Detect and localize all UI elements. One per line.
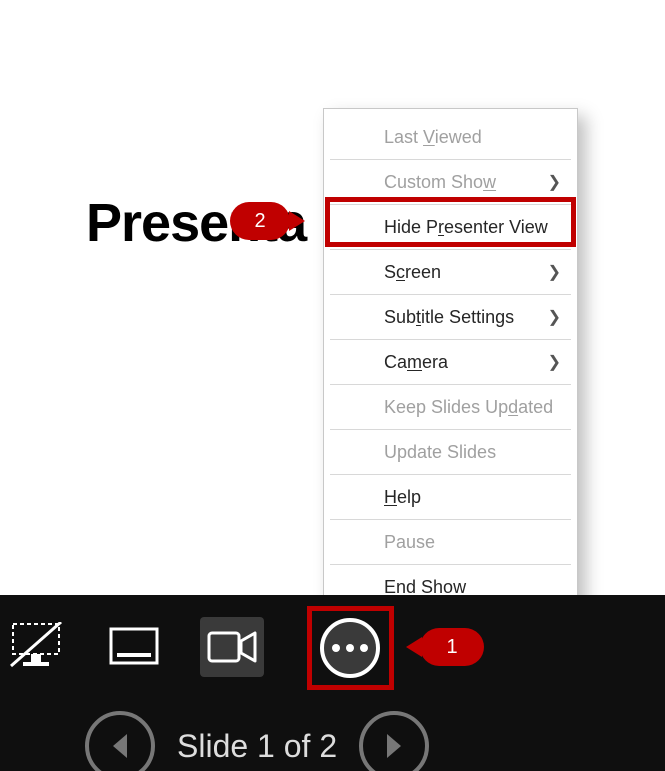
menu-item-label: Screen: [384, 262, 441, 283]
menu-item-label: Help: [384, 487, 421, 508]
more-icon: [346, 644, 354, 652]
menu-item-label: Custom Show: [384, 172, 496, 193]
camera-icon: [207, 629, 257, 665]
presenter-toolbar: Slide 1 of 2: [0, 595, 665, 771]
display-settings-button[interactable]: [4, 617, 68, 677]
menu-item-label: Subtitle Settings: [384, 307, 514, 328]
menu-item-camera[interactable]: Camera ❯: [330, 340, 571, 385]
menu-item-pause: Pause: [330, 520, 571, 565]
menu-item-last-viewed: Last Viewed: [330, 115, 571, 160]
chevron-right-icon: ❯: [548, 172, 561, 192]
chevron-right-icon: [383, 732, 405, 760]
next-slide-button[interactable]: [359, 711, 429, 771]
more-options-button[interactable]: [320, 618, 380, 678]
callout-label: 2: [254, 210, 265, 233]
slide-counter: Slide 1 of 2: [177, 728, 337, 765]
menu-item-label: Hide Presenter View: [384, 217, 548, 238]
menu-item-label: Camera: [384, 352, 448, 373]
menu-item-hide-presenter-view[interactable]: Hide Presenter View: [330, 205, 571, 250]
subtitles-icon: [109, 627, 159, 667]
previous-slide-button[interactable]: [85, 711, 155, 771]
more-icon: [360, 644, 368, 652]
menu-item-screen[interactable]: Screen ❯: [330, 250, 571, 295]
context-menu[interactable]: Last Viewed Custom Show ❯ Hide Presenter…: [323, 108, 578, 617]
menu-item-keep-slides-updated: Keep Slides Updated: [330, 385, 571, 430]
menu-item-label: Pause: [384, 532, 435, 553]
menu-item-update-slides: Update Slides: [330, 430, 571, 475]
annotation-callout-1: 1: [420, 628, 484, 666]
menu-item-label: Last Viewed: [384, 127, 482, 148]
menu-item-label: Update Slides: [384, 442, 496, 463]
menu-item-custom-show: Custom Show ❯: [330, 160, 571, 205]
menu-item-subtitle-settings[interactable]: Subtitle Settings ❯: [330, 295, 571, 340]
callout-tail: [289, 211, 305, 231]
chevron-right-icon: ❯: [548, 262, 561, 282]
callout-tail: [406, 637, 422, 657]
display-swap-icon: [7, 622, 65, 672]
camera-button[interactable]: [200, 617, 264, 677]
chevron-left-icon: [109, 732, 131, 760]
menu-item-label: Keep Slides Updated: [384, 397, 553, 418]
chevron-right-icon: ❯: [548, 307, 561, 327]
chevron-right-icon: ❯: [548, 352, 561, 372]
slide-nav: Slide 1 of 2: [0, 701, 665, 771]
annotation-callout-2: 2: [230, 202, 290, 240]
menu-item-help[interactable]: Help: [330, 475, 571, 520]
more-icon: [332, 644, 340, 652]
subtitles-button[interactable]: [102, 617, 166, 677]
callout-label: 1: [446, 636, 457, 659]
